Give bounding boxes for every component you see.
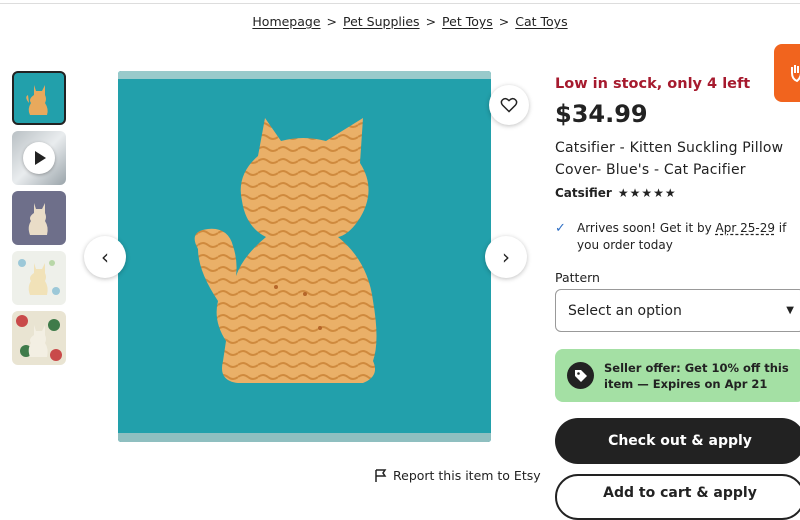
- pattern-label: Pattern: [555, 270, 600, 285]
- thumbnail-1[interactable]: [12, 71, 66, 125]
- breadcrumb-pet-toys[interactable]: Pet Toys: [442, 14, 493, 29]
- pattern-select[interactable]: Select an option ▼: [555, 289, 800, 332]
- thumbnail-5[interactable]: [12, 311, 66, 365]
- caret-down-icon: ▼: [786, 305, 794, 316]
- breadcrumb: Homepage > Pet Supplies > Pet Toys > Cat Toys: [0, 14, 800, 29]
- tag-icon: [567, 362, 594, 389]
- breadcrumb-separator: >: [425, 14, 437, 29]
- pattern-select-value: Select an option: [568, 302, 682, 319]
- cat-silhouette-icon: [18, 259, 60, 295]
- checkmark-icon: ✓: [555, 221, 566, 236]
- next-image-button[interactable]: ›: [485, 236, 527, 278]
- cat-silhouette-icon: [26, 85, 48, 115]
- hand-icon: [791, 65, 800, 83]
- rating-stars: ★★★★★: [617, 186, 677, 200]
- heart-icon: [500, 97, 518, 113]
- thumbnail-video[interactable]: [12, 131, 66, 185]
- report-label: Report this item to Etsy: [393, 468, 541, 483]
- play-icon: [23, 142, 55, 174]
- thumbnail-3[interactable]: [12, 191, 66, 245]
- report-item-link[interactable]: Report this item to Etsy: [375, 468, 541, 483]
- prev-image-button[interactable]: ‹: [84, 236, 126, 278]
- cat-pillow-image: [118, 71, 491, 442]
- flag-icon: [375, 468, 387, 482]
- floral-pattern-icon: [16, 315, 62, 361]
- product-price: $34.99: [555, 100, 648, 128]
- offer-text: Seller offer: Get 10% off this item — Ex…: [604, 360, 789, 391]
- shop-rating: Catsifier ★★★★★: [555, 186, 677, 200]
- main-product-image: [118, 71, 491, 442]
- corner-badge[interactable]: [774, 44, 800, 102]
- chevron-left-icon: ‹: [101, 245, 109, 269]
- arrival-dates[interactable]: Apr 25-29: [716, 221, 775, 235]
- top-divider: [0, 0, 800, 4]
- arrival-info: ✓ Arrives soon! Get it by Apr 25-29 if y…: [555, 220, 800, 254]
- breadcrumb-cat-toys[interactable]: Cat Toys: [515, 14, 567, 29]
- shop-name-link[interactable]: Catsifier: [555, 186, 612, 200]
- seller-offer-banner: Seller offer: Get 10% off this item — Ex…: [555, 349, 800, 402]
- favorite-button[interactable]: [489, 85, 529, 125]
- cat-silhouette-icon: [28, 203, 48, 235]
- thumbnail-list: [12, 71, 68, 371]
- breadcrumb-separator: >: [498, 14, 510, 29]
- add-to-cart-button[interactable]: Add to cart & apply: [555, 474, 800, 520]
- breadcrumb-homepage[interactable]: Homepage: [252, 14, 320, 29]
- breadcrumb-separator: >: [326, 14, 338, 29]
- arrival-prefix: Arrives soon! Get it by: [577, 221, 716, 235]
- breadcrumb-pet-supplies[interactable]: Pet Supplies: [343, 14, 420, 29]
- stock-notice: Low in stock, only 4 left: [555, 76, 751, 92]
- chevron-right-icon: ›: [502, 245, 510, 269]
- product-title: Catsifier - Kitten Suckling Pillow Cover…: [555, 140, 784, 178]
- checkout-button[interactable]: Check out & apply: [555, 418, 800, 464]
- thumbnail-4[interactable]: [12, 251, 66, 305]
